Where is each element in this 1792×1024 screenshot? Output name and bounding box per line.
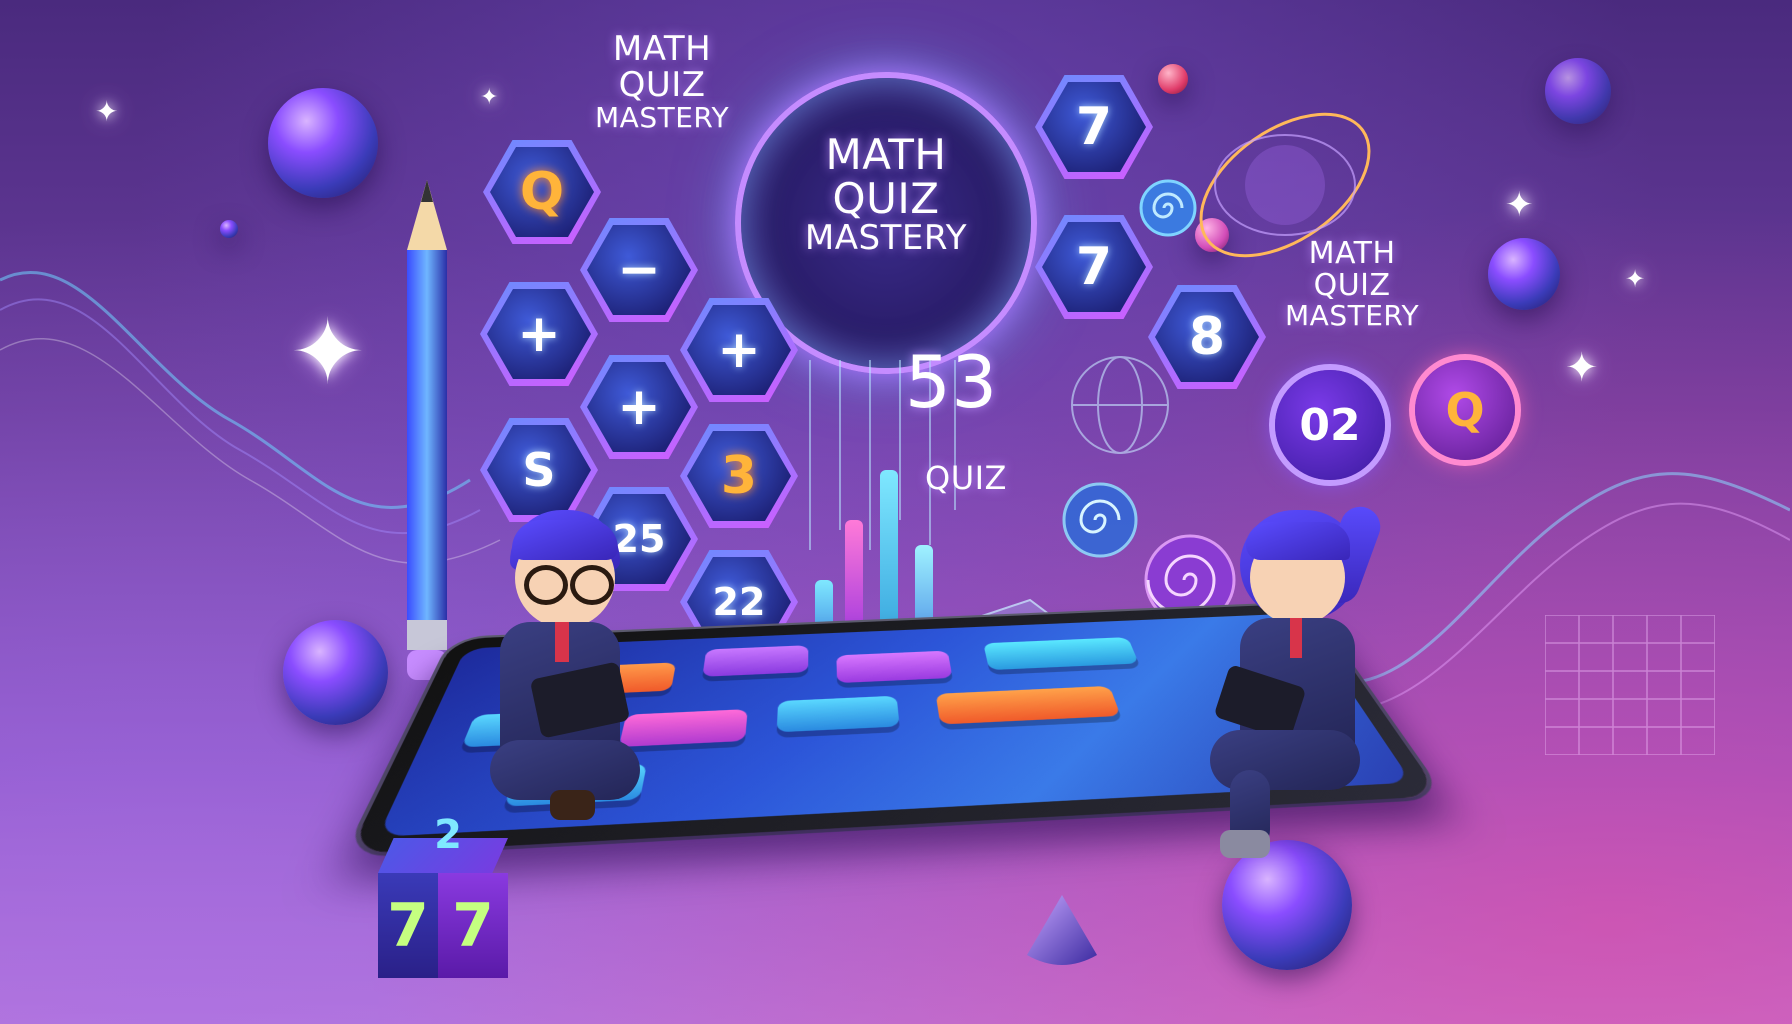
sparkle-icon: ✦ [1625,265,1646,293]
dice-side-face: 7 [438,873,508,978]
hex-tile: − [580,218,698,322]
sparkle-icon: ✦ [1505,185,1534,225]
top-left-title: MATH QUIZ MASTERY [595,29,730,135]
sparkle-icon: ✦ [1565,345,1599,391]
hex-tile: 7 [1035,215,1153,319]
globe-icon [1071,356,1169,454]
sphere-icon [1545,58,1611,124]
hex-tile: + [580,355,698,459]
orbit-icon [1199,112,1371,258]
center-quiz-label: QUIZ [925,459,1007,497]
sphere-icon [268,88,378,198]
sphere-icon [1488,238,1560,310]
center-number: 53 [905,340,998,424]
scene: ✦ ✦ ✦ ✦ ✦ ✦ MATH QUIZ MASTERY MATH QUIZ … [0,0,1792,1024]
sphere-icon [220,220,238,238]
badge: Q [1415,360,1515,460]
sparkle-icon: ✦ [480,85,499,110]
pencil-icon [407,180,447,680]
swirl-icon [1139,179,1197,237]
sparkle-icon: ✦ [95,95,119,128]
tablet-key[interactable] [776,695,900,733]
dice: 2 7 7 [378,812,518,978]
badge: 02 [1275,370,1385,480]
girl-character [1210,501,1390,860]
tablet-key[interactable] [836,650,953,684]
sphere-icon [283,620,388,725]
cone-icon [1027,895,1097,965]
boy-character [490,510,650,830]
hex-tile: 7 [1035,75,1153,179]
tablet-key[interactable] [702,645,809,677]
tablet-key[interactable] [935,685,1121,725]
grid-panel [1545,615,1715,755]
dice-top-face: 2 [434,812,462,858]
ring-title: MATH QUIZ MASTERY [804,130,968,259]
sparkle-icon: ✦ [290,300,366,405]
tablet-key[interactable] [983,637,1139,671]
swirl-icon [1062,482,1138,558]
dice-front-face: 7 [378,873,438,978]
